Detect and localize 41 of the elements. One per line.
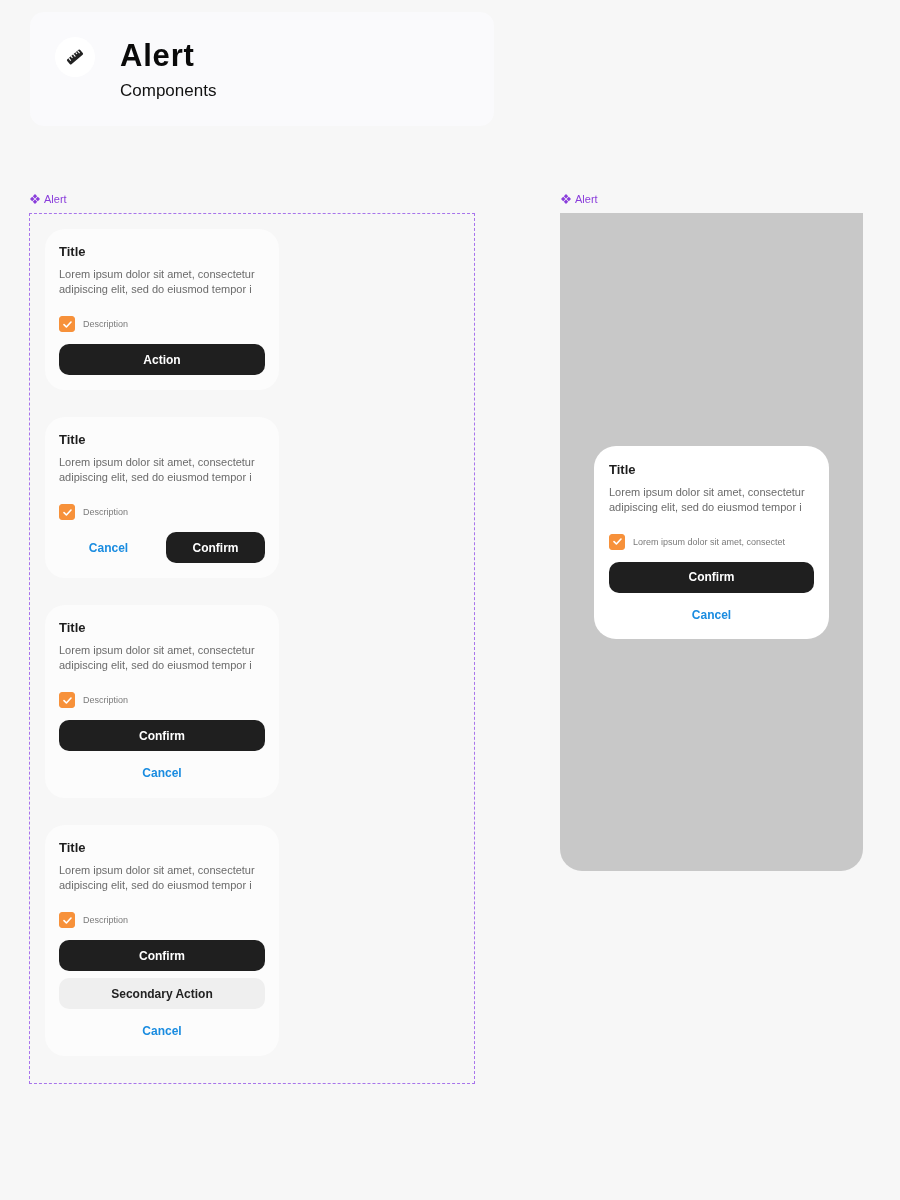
component-icon — [30, 194, 40, 204]
alert-message: Lorem ipsum dolor sit amet, consectetur adipiscing elit, sed do eiusmod tempor i — [59, 267, 256, 297]
alert-title: Title — [609, 460, 637, 479]
primary-button[interactable]: Confirm — [59, 720, 265, 751]
alert-message: Lorem ipsum dolor sit amet, consectetur adipiscing elit, sed do eiusmod tempor i — [59, 643, 256, 673]
frame-label: Alert — [44, 192, 67, 206]
alert-message: Lorem ipsum dolor sit amet, consectetur adipiscing elit, sed do eiusmod tempor i — [59, 455, 256, 485]
alert-title: Title — [59, 431, 87, 449]
check-icon — [62, 508, 72, 516]
frame-label: Alert — [575, 192, 598, 206]
text-button[interactable]: Cancel — [140, 1021, 184, 1041]
alert-title: Title — [59, 243, 87, 261]
page-subtitle: Components — [120, 80, 217, 102]
alert-message: Lorem ipsum dolor sit amet, consectetur adipiscing elit, sed do eiusmod tempor i — [59, 863, 256, 893]
page-title: Alert — [120, 38, 196, 74]
checkbox-label: Description — [83, 914, 129, 926]
checkbox[interactable] — [59, 316, 75, 332]
primary-button[interactable]: Confirm — [166, 532, 265, 563]
check-icon — [62, 696, 72, 704]
text-button[interactable]: Cancel — [140, 763, 184, 783]
primary-button[interactable]: Confirm — [59, 940, 265, 971]
check-icon — [62, 320, 72, 328]
check-icon — [62, 916, 72, 924]
alert-message: Lorem ipsum dolor sit amet, consectetur adipiscing elit, sed do eiusmod tempor i — [609, 484, 806, 515]
checkbox[interactable] — [59, 692, 75, 708]
secondary-button[interactable]: Secondary Action — [59, 978, 265, 1009]
text-button[interactable]: Cancel — [86, 537, 131, 558]
checkbox-label: Description — [83, 318, 129, 330]
checkbox[interactable] — [59, 504, 75, 520]
checkbox-label: Description — [83, 694, 129, 706]
text-button[interactable]: Cancel — [689, 604, 734, 625]
alert-title: Title — [59, 619, 87, 637]
check-icon — [612, 538, 622, 545]
alert-title: Title — [59, 839, 87, 857]
component-icon — [561, 194, 571, 204]
checkbox[interactable] — [609, 533, 625, 550]
primary-button[interactable]: Confirm — [609, 561, 814, 593]
checkbox-label: Description — [83, 506, 129, 518]
checkbox[interactable] — [59, 912, 75, 928]
checkbox-label: Lorem ipsum dolor sit amet, consectet — [633, 535, 786, 548]
primary-button[interactable]: Action — [59, 344, 265, 375]
